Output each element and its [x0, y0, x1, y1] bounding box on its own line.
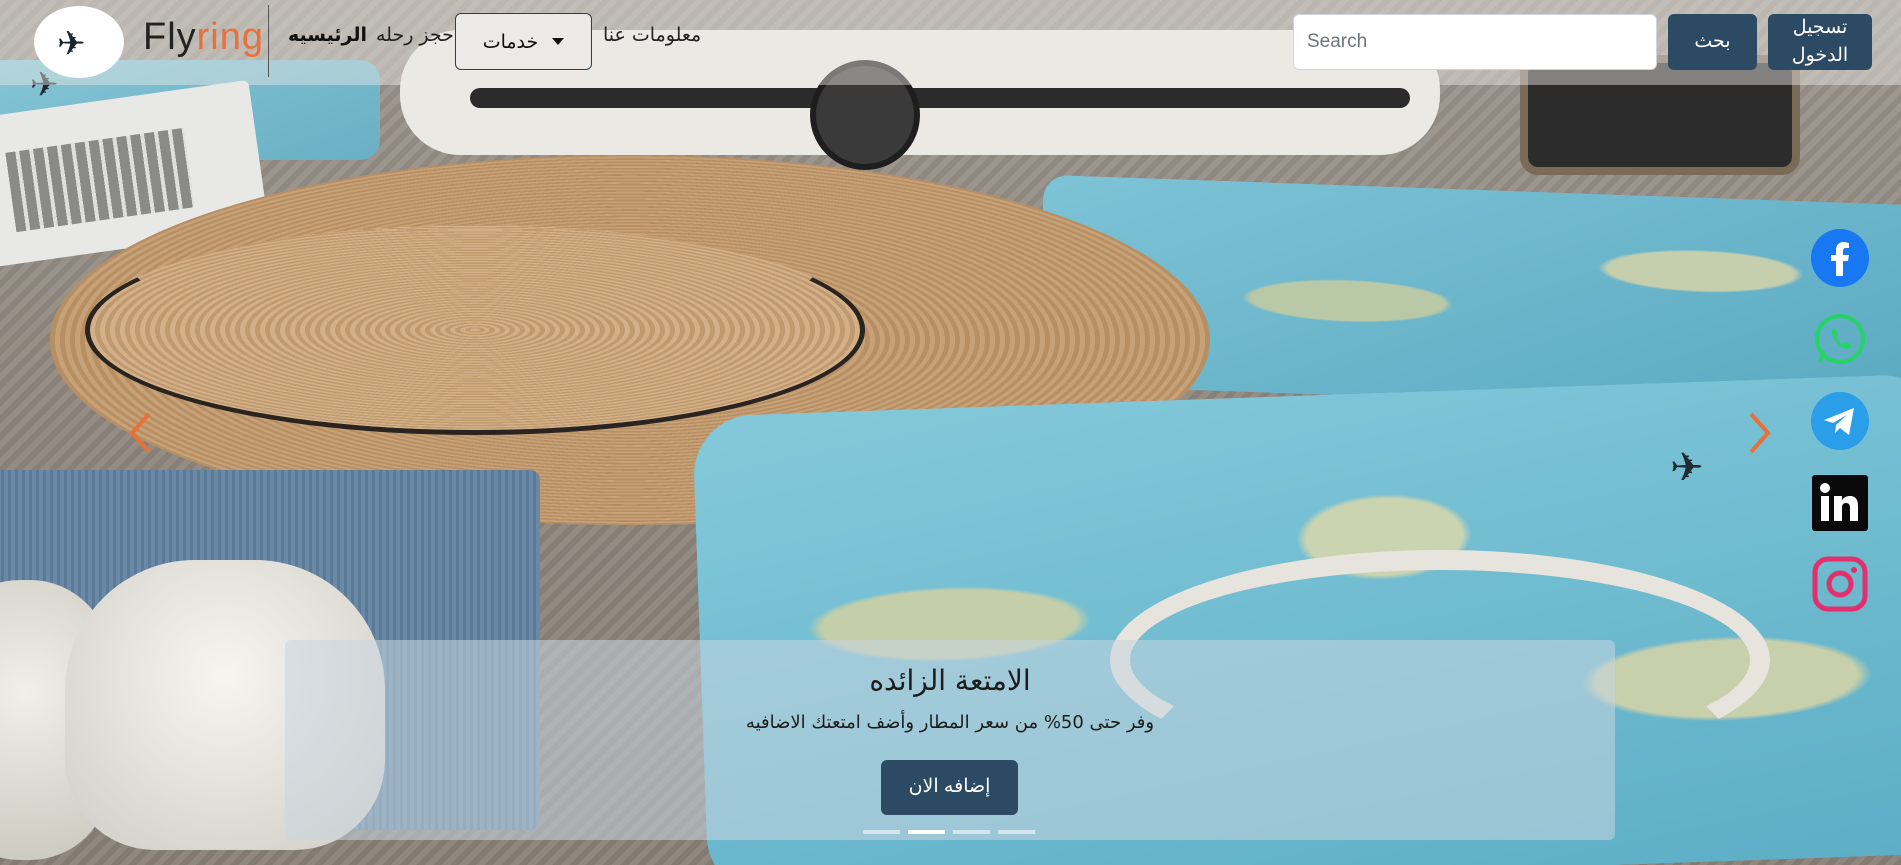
carousel-indicator[interactable]	[998, 830, 1035, 834]
airplane-icon: ✈	[57, 24, 86, 64]
carousel-indicator-active[interactable]	[908, 830, 945, 834]
add-now-button[interactable]: إضافه الان	[881, 760, 1018, 815]
brand-logo[interactable]: ✈	[34, 6, 124, 78]
caption-title: الامتعة الزائده	[869, 664, 1031, 697]
facebook-link[interactable]	[1810, 228, 1870, 288]
chevron-left-icon	[129, 412, 151, 454]
nav-divider	[268, 5, 269, 77]
linkedin-icon	[1812, 475, 1868, 531]
search-button[interactable]: بحث	[1668, 14, 1757, 70]
telegram-icon	[1811, 392, 1869, 450]
carousel-prev-button[interactable]	[120, 405, 160, 461]
instagram-link[interactable]	[1810, 554, 1870, 614]
facebook-icon	[1811, 229, 1869, 287]
nav-home-link[interactable]: الرئيسيه	[288, 24, 367, 46]
linkedin-link[interactable]	[1810, 473, 1870, 533]
services-dropdown-button[interactable]: خدمات	[455, 13, 592, 70]
hat-crown	[85, 225, 865, 435]
search-input[interactable]	[1293, 14, 1657, 70]
brand-name-part2: ring	[196, 16, 265, 58]
carousel-caption: الامتعة الزائده وفر حتى 50% من سعر المطا…	[285, 640, 1615, 840]
carousel-indicator[interactable]	[863, 830, 900, 834]
caret-down-icon	[552, 38, 565, 45]
services-label: خدمات	[482, 30, 539, 53]
nav-book-trip-link[interactable]: حجز رحله	[376, 24, 454, 46]
chevron-right-icon	[1749, 412, 1771, 454]
plane-decor-icon: ✈	[1670, 445, 1704, 491]
whatsapp-link[interactable]	[1810, 310, 1870, 370]
whatsapp-icon	[1815, 314, 1865, 364]
caption-text: وفر حتى 50% من سعر المطار وأضف امتعتك ال…	[745, 712, 1155, 733]
brand-name[interactable]: Flyring	[143, 16, 264, 59]
watch-strap	[470, 88, 1410, 108]
login-button[interactable]: تسجيل الدخول	[1768, 14, 1872, 70]
carousel-indicator[interactable]	[953, 830, 990, 834]
carousel-indicators	[863, 830, 1035, 834]
carousel-next-button[interactable]	[1740, 405, 1780, 461]
instagram-icon	[1812, 556, 1868, 612]
brand-name-part1: Fly	[143, 16, 197, 58]
nav-about-link[interactable]: معلومات عنا	[603, 24, 701, 46]
navbar: ✈ Flyring الرئيسيه حجز رحله خدمات معلوما…	[0, 0, 1901, 85]
telegram-link[interactable]	[1810, 391, 1870, 451]
